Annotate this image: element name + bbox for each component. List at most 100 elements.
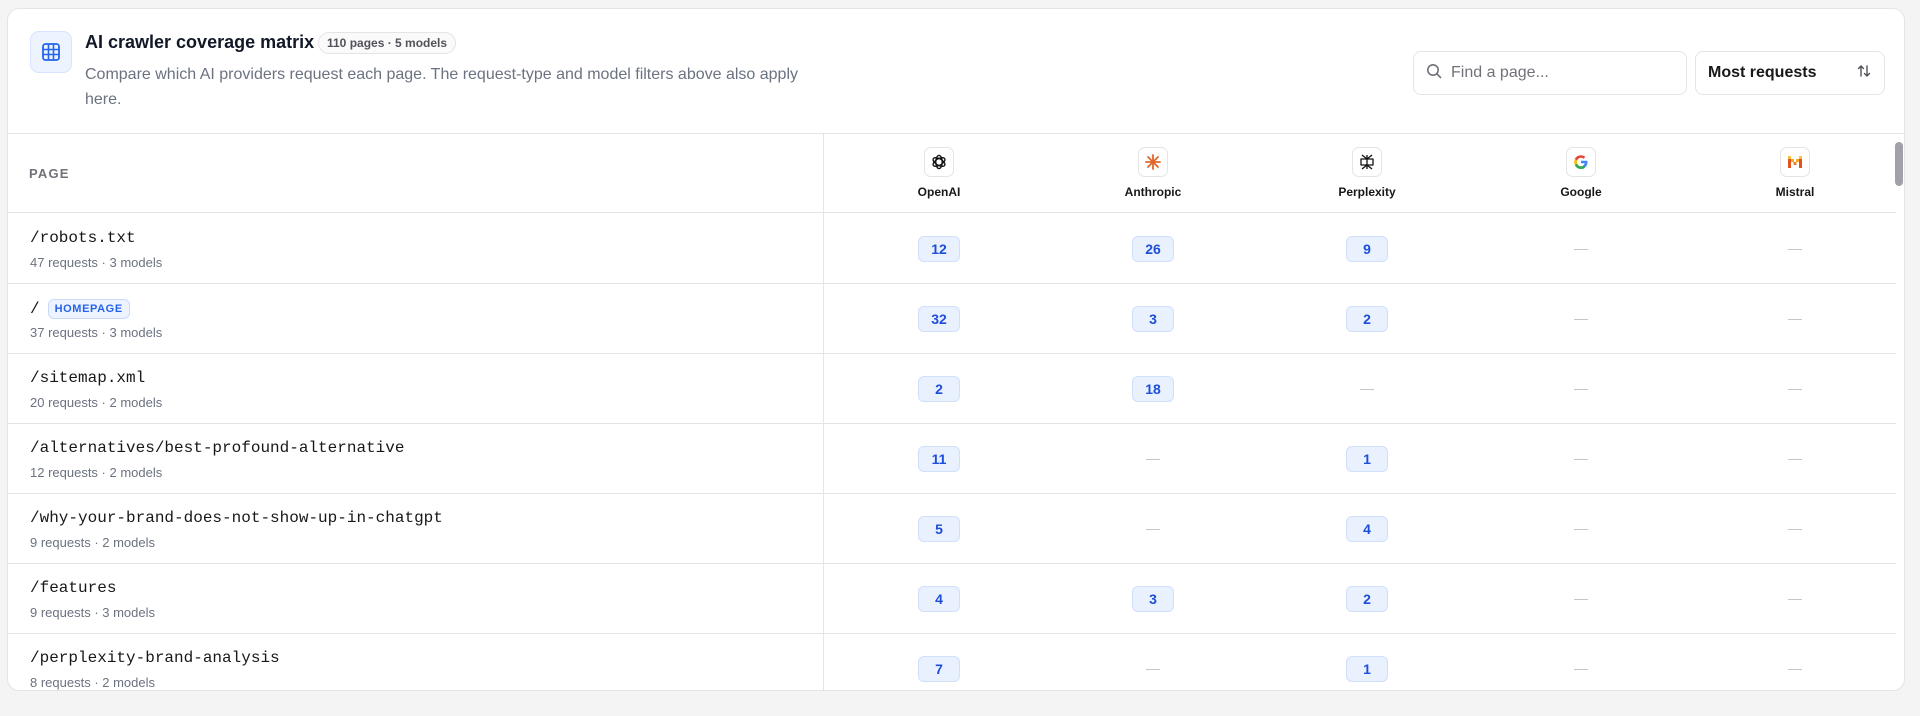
- provider-name: Mistral: [1775, 185, 1815, 199]
- anthropic-icon: [1138, 147, 1168, 177]
- count-cell-openai[interactable]: 2: [832, 376, 1046, 402]
- request-count-pill[interactable]: 2: [918, 376, 960, 402]
- count-cell-anthropic: [1046, 516, 1260, 542]
- table-row[interactable]: /why-your-brand-does-not-show-up-in-chat…: [8, 494, 1896, 564]
- request-count-pill[interactable]: 4: [918, 586, 960, 612]
- count-cell-perplexity: [1260, 376, 1474, 402]
- request-count-pill[interactable]: 18: [1132, 376, 1174, 402]
- empty-dash: [1788, 318, 1802, 320]
- provider-column-mistral[interactable]: Mistral: [1688, 147, 1902, 199]
- page-path-cell: / HOMEPAGE: [30, 299, 130, 319]
- count-cell-openai[interactable]: 32: [832, 306, 1046, 332]
- request-count-pill[interactable]: 26: [1132, 236, 1174, 262]
- table-row[interactable]: /perplexity-brand-analysis 8 requests · 2…: [8, 634, 1896, 690]
- empty-dash: [1360, 388, 1374, 390]
- page-path: /: [30, 300, 40, 318]
- page-request-summary: 8 requests · 2 models: [30, 675, 156, 690]
- search-icon: [1426, 63, 1442, 84]
- empty-dash: [1574, 598, 1588, 600]
- count-cell-mistral: [1688, 306, 1902, 332]
- table-row[interactable]: /alternatives/best-profound-alternative 1…: [8, 424, 1896, 494]
- table-row[interactable]: /robots.txt 47 requests · 3 models 12 26 9: [8, 214, 1896, 284]
- empty-dash: [1788, 388, 1802, 390]
- empty-dash: [1574, 318, 1588, 320]
- page-path-cell: /features: [30, 579, 116, 597]
- page-path-cell: /alternatives/best-profound-alternative: [30, 439, 404, 457]
- table-row[interactable]: /sitemap.xml 20 requests · 2 models 2 18: [8, 354, 1896, 424]
- page-request-summary: 9 requests · 2 models: [30, 535, 156, 550]
- empty-dash: [1146, 668, 1160, 670]
- count-cell-openai[interactable]: 12: [832, 236, 1046, 262]
- count-cell-openai[interactable]: 4: [832, 586, 1046, 612]
- count-cell-anthropic[interactable]: 26: [1046, 236, 1260, 262]
- request-count-pill[interactable]: 4: [1346, 516, 1388, 542]
- count-cell-google: [1474, 446, 1688, 472]
- count-cell-perplexity[interactable]: 2: [1260, 586, 1474, 612]
- page-path: /robots.txt: [30, 229, 136, 247]
- sort-arrows-icon: [1856, 63, 1872, 84]
- matrix-header: AI crawler coverage matrix 110 pages · 5…: [8, 9, 1904, 134]
- empty-dash: [1574, 528, 1588, 530]
- empty-dash: [1574, 248, 1588, 250]
- empty-dash: [1788, 528, 1802, 530]
- page-request-summary: 12 requests · 2 models: [30, 465, 163, 480]
- request-count-pill[interactable]: 2: [1346, 586, 1388, 612]
- request-count-pill[interactable]: 3: [1132, 306, 1174, 332]
- count-cell-perplexity[interactable]: 1: [1260, 656, 1474, 682]
- provider-column-openai[interactable]: OpenAI: [832, 147, 1046, 199]
- page-path: /alternatives/best-profound-alternative: [30, 439, 405, 457]
- count-cell-openai[interactable]: 7: [832, 656, 1046, 682]
- mistral-icon: [1780, 147, 1810, 177]
- count-cell-anthropic[interactable]: 3: [1046, 586, 1260, 612]
- page-path-cell: /why-your-brand-does-not-show-up-in-chat…: [30, 509, 443, 527]
- table-row[interactable]: /features 9 requests · 3 models 4 3 2: [8, 564, 1896, 634]
- provider-column-anthropic[interactable]: Anthropic: [1046, 147, 1260, 199]
- sort-select[interactable]: Most requests: [1695, 51, 1885, 95]
- count-cell-anthropic[interactable]: 18: [1046, 376, 1260, 402]
- count-cell-anthropic: [1046, 656, 1260, 682]
- provider-column-google[interactable]: Google: [1474, 147, 1688, 199]
- count-cell-openai[interactable]: 5: [832, 516, 1046, 542]
- grid-table-icon: [30, 31, 72, 73]
- request-count-pill[interactable]: 32: [918, 306, 960, 332]
- page-column-header: PAGE: [29, 166, 70, 181]
- sort-label: Most requests: [1708, 64, 1817, 81]
- count-cell-mistral: [1688, 516, 1902, 542]
- request-count-pill[interactable]: 7: [918, 656, 960, 682]
- count-cell-perplexity[interactable]: 9: [1260, 236, 1474, 262]
- count-cell-perplexity[interactable]: 2: [1260, 306, 1474, 332]
- search-input[interactable]: [1451, 64, 1671, 82]
- request-count-pill[interactable]: 9: [1346, 236, 1388, 262]
- request-count-pill[interactable]: 1: [1346, 446, 1388, 472]
- request-count-pill[interactable]: 2: [1346, 306, 1388, 332]
- count-cell-google: [1474, 586, 1688, 612]
- page-description: Compare which AI providers request each …: [85, 66, 798, 108]
- request-count-pill[interactable]: 3: [1132, 586, 1174, 612]
- provider-name: Google: [1560, 185, 1602, 199]
- count-cell-mistral: [1688, 236, 1902, 262]
- request-count-pill[interactable]: 11: [918, 446, 960, 472]
- count-cell-google: [1474, 236, 1688, 262]
- provider-column-perplexity[interactable]: Perplexity: [1260, 147, 1474, 199]
- provider-name: OpenAI: [917, 185, 961, 199]
- request-count-pill[interactable]: 12: [918, 236, 960, 262]
- request-count-pill[interactable]: 1: [1346, 656, 1388, 682]
- coverage-matrix-card: AI crawler coverage matrix 110 pages · 5…: [7, 8, 1905, 691]
- count-cell-openai[interactable]: 11: [832, 446, 1046, 472]
- count-cell-anthropic[interactable]: 3: [1046, 306, 1260, 332]
- empty-dash: [1574, 388, 1588, 390]
- page-path-cell: /robots.txt: [30, 229, 136, 247]
- page-path: /features: [30, 579, 117, 597]
- google-icon: [1566, 147, 1596, 177]
- empty-dash: [1146, 528, 1160, 530]
- count-cell-perplexity[interactable]: 1: [1260, 446, 1474, 472]
- table-row[interactable]: / HOMEPAGE 37 requests · 3 models 32 3 2: [8, 284, 1896, 354]
- count-cell-perplexity[interactable]: 4: [1260, 516, 1474, 542]
- search-box[interactable]: [1413, 51, 1687, 95]
- scrollbar-thumb[interactable]: [1895, 142, 1903, 186]
- table-header: PAGE OpenAI Anthropic Perplexity Google …: [8, 134, 1896, 213]
- empty-dash: [1574, 668, 1588, 670]
- request-count-pill[interactable]: 5: [918, 516, 960, 542]
- provider-name: Anthropic: [1124, 185, 1182, 199]
- scrollbar-track[interactable]: [1895, 134, 1904, 690]
